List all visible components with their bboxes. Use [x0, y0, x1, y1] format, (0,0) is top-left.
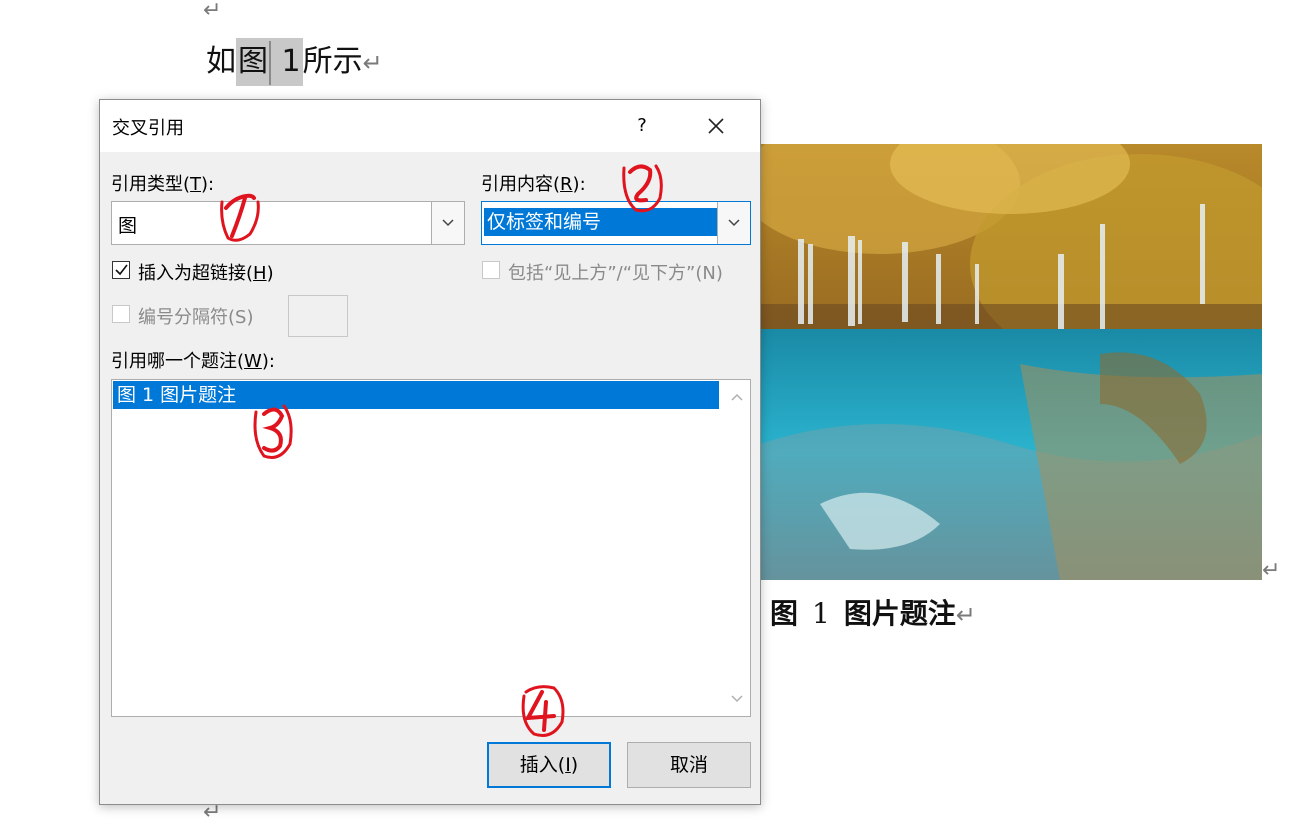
- paragraph-mark-icon: ↵: [362, 49, 383, 77]
- field-label: 图: [238, 44, 268, 79]
- figure-caption: 图 1 图片题注↵: [770, 594, 976, 634]
- field-number: 1: [281, 44, 301, 79]
- number-separator-checkbox[interactable]: [112, 305, 130, 323]
- caption-text: 图片题注: [843, 597, 956, 630]
- document-image[interactable]: [760, 144, 1262, 580]
- check-icon: [115, 264, 128, 276]
- reference-type-select[interactable]: 图: [111, 201, 465, 245]
- document-reference-line: 如图 1所示↵: [206, 38, 383, 86]
- annotation-2: [622, 164, 663, 213]
- close-button[interactable]: [696, 108, 736, 144]
- cancel-button[interactable]: 取消: [627, 742, 751, 788]
- which-caption-label: 引用哪一个题注(W):: [111, 351, 275, 372]
- include-above-below-label: 包括“见上方”/“见下方”(N): [508, 263, 723, 284]
- scroll-up-icon[interactable]: [726, 386, 748, 408]
- number-separator-label: 编号分隔符(S): [138, 307, 254, 328]
- annotation-1: [220, 193, 260, 242]
- paragraph-mark-icon: ↵: [1262, 558, 1281, 583]
- annotation-4: [521, 685, 565, 737]
- dropdown-button[interactable]: [431, 202, 464, 244]
- reference-content-value: 仅标签和编号: [484, 208, 720, 236]
- reference-content-label: 引用内容(R):: [481, 174, 586, 195]
- dialog-title: 交叉引用: [112, 118, 184, 139]
- caption-label: 图: [770, 597, 799, 630]
- caption-number: 1: [812, 597, 830, 630]
- paragraph-mark-icon: ↵: [203, 800, 222, 825]
- close-icon: [708, 118, 724, 134]
- dialog-titlebar[interactable]: 交叉引用 ?: [100, 100, 760, 152]
- include-above-below-checkbox[interactable]: [482, 261, 500, 279]
- cross-reference-field[interactable]: 图 1: [236, 38, 303, 86]
- number-separator-input[interactable]: [288, 295, 348, 337]
- paragraph-mark-icon: ↵: [203, 0, 222, 23]
- reference-type-value: 图: [118, 215, 138, 237]
- insert-button[interactable]: 插入(I): [487, 742, 611, 788]
- insert-hyperlink-checkbox[interactable]: [112, 261, 130, 279]
- scroll-down-icon[interactable]: [726, 688, 748, 710]
- reference-type-label: 引用类型(T):: [111, 174, 215, 195]
- chevron-down-icon: [442, 219, 454, 227]
- list-item[interactable]: 图 1 图片题注: [113, 381, 719, 409]
- line-suffix: 所示: [302, 44, 363, 79]
- field-cursor: [269, 40, 271, 85]
- insert-hyperlink-label[interactable]: 插入为超链接(H): [138, 259, 274, 285]
- annotation-3: [253, 404, 293, 459]
- caption-list[interactable]: 图 1 图片题注: [111, 379, 751, 717]
- help-button[interactable]: ?: [628, 108, 656, 144]
- waterfall-photo: [760, 144, 1262, 580]
- chevron-down-icon: [728, 219, 740, 227]
- dropdown-button[interactable]: [717, 202, 750, 244]
- line-prefix: 如: [206, 44, 236, 79]
- paragraph-mark-icon: ↵: [955, 601, 976, 629]
